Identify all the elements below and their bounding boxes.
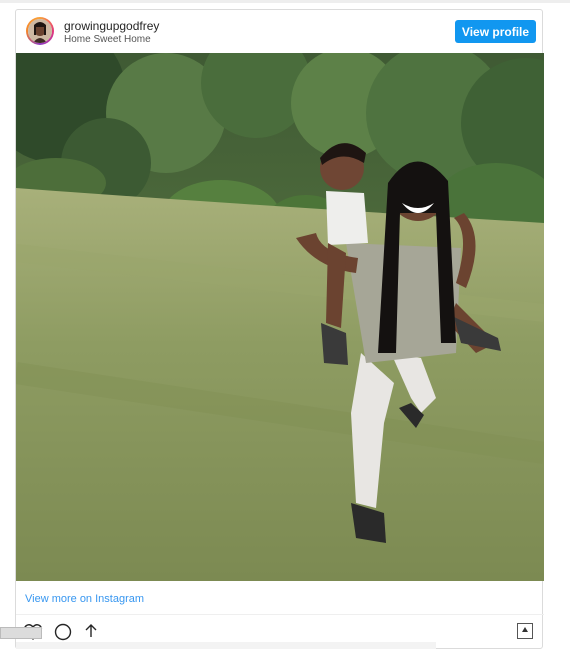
post-header: growingupgodfrey Home Sweet Home View pr… xyxy=(16,10,544,54)
username-link[interactable]: growingupgodfrey xyxy=(64,19,159,33)
footer-divider xyxy=(16,614,544,615)
status-tab xyxy=(0,627,42,639)
comment-icon[interactable] xyxy=(53,622,73,642)
scroll-up-button[interactable] xyxy=(517,623,533,639)
avatar[interactable] xyxy=(26,17,54,45)
avatar-image xyxy=(28,19,52,43)
share-icon[interactable] xyxy=(81,622,101,642)
caption-truncated xyxy=(16,642,436,649)
top-divider xyxy=(0,0,570,3)
view-more-link[interactable]: View more on Instagram xyxy=(25,593,144,605)
chevron-up-icon xyxy=(522,627,528,632)
view-profile-button[interactable]: View profile xyxy=(455,20,536,43)
instagram-embed-card: growingupgodfrey Home Sweet Home View pr… xyxy=(15,9,544,649)
post-image[interactable] xyxy=(16,53,544,581)
location-label[interactable]: Home Sweet Home xyxy=(64,34,151,45)
action-bar xyxy=(23,622,543,642)
